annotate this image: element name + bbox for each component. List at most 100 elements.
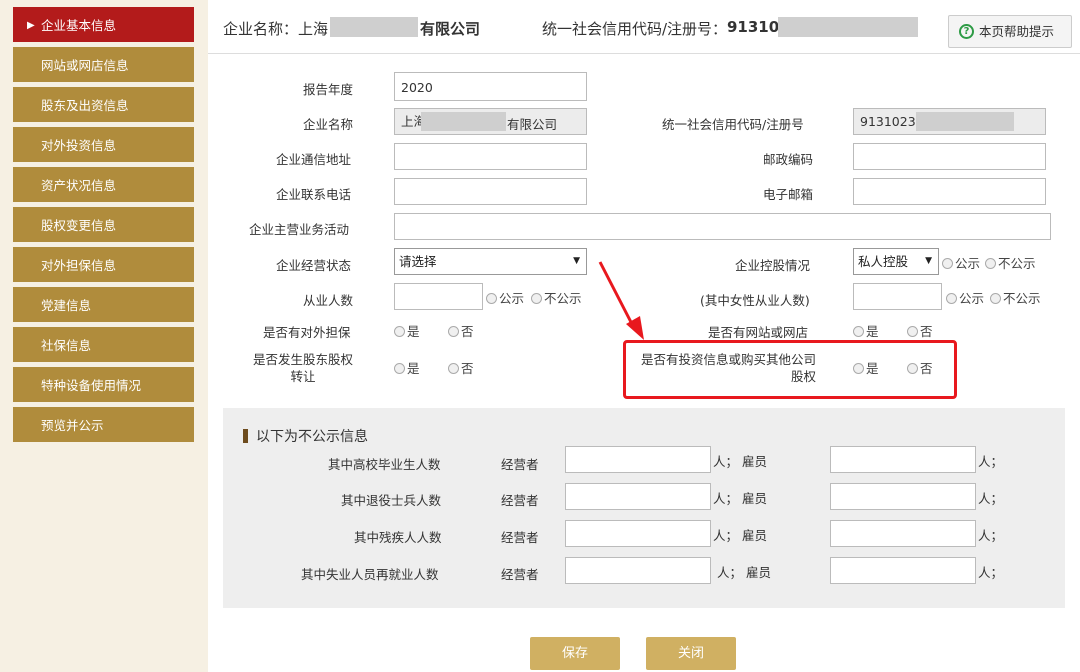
website-label: 是否有网站或网店	[708, 325, 809, 340]
reemployed-operator-input[interactable]	[565, 557, 711, 584]
business-input[interactable]	[394, 213, 1051, 240]
sidebar-item-label: 社保信息	[41, 338, 92, 353]
radio-label: 公示	[959, 291, 985, 306]
radio-label: 不公示	[1003, 291, 1041, 306]
veterans-operator-input[interactable]	[565, 483, 711, 510]
sidebar-item-label: 党建信息	[41, 298, 92, 313]
question-icon: ?	[959, 24, 974, 39]
employees-public-radio[interactable]: 公示	[486, 288, 524, 307]
disabled-employee-input[interactable]	[830, 520, 976, 547]
sidebar-item-assets[interactable]: 资产状况信息	[13, 167, 194, 204]
radio-label: 不公示	[544, 291, 582, 306]
redacted-mask	[778, 17, 918, 37]
radio-label: 是	[866, 324, 879, 339]
sidebar-item-guarantee[interactable]: 对外担保信息	[13, 247, 194, 284]
nonpublic-panel: 以下为不公示信息 其中高校毕业生人数 经营者 人； 雇员 人； 其中退役士兵人数…	[223, 408, 1065, 608]
status-select-value: 请选择	[399, 254, 437, 269]
nonpublic-title: 以下为不公示信息	[243, 426, 368, 446]
sidebar-item-social-security[interactable]: 社保信息	[13, 327, 194, 364]
unit-employee-label: 人； 雇员	[717, 565, 771, 580]
email-input[interactable]	[853, 178, 1046, 205]
radio-icon	[942, 258, 953, 269]
operator-label: 经营者	[501, 493, 539, 508]
radio-label: 是	[407, 324, 420, 339]
radio-icon	[907, 326, 918, 337]
employees-input[interactable]	[394, 283, 483, 310]
email-label: 电子邮箱	[763, 187, 814, 202]
nonpublic-title-text: 以下为不公示信息	[256, 429, 368, 445]
sidebar: ▶ 企业基本信息 网站或网店信息 股东及出资信息 对外投资信息 资产状况信息 股…	[0, 0, 208, 672]
status-select[interactable]: 请选择 ▼	[394, 248, 587, 275]
sidebar-item-special-equipment[interactable]: 特种设备使用情况	[13, 367, 194, 404]
female-employees-input[interactable]	[853, 283, 942, 310]
radio-icon	[946, 293, 957, 304]
postcode-input[interactable]	[853, 143, 1046, 170]
unit-label: 人；	[978, 565, 1004, 580]
website-yes-radio[interactable]: 是	[853, 321, 879, 340]
radio-icon	[448, 326, 459, 337]
female-public-radio[interactable]: 公示	[946, 288, 984, 307]
sidebar-item-website[interactable]: 网站或网店信息	[13, 47, 194, 84]
header-credit-prefix: 91310	[727, 18, 780, 36]
save-button[interactable]: 保存	[530, 637, 620, 670]
graduates-employee-input[interactable]	[830, 446, 976, 473]
operator-label: 经营者	[501, 530, 539, 545]
unit-employee-label: 人； 雇员	[713, 454, 767, 469]
sidebar-item-label: 预览并公示	[41, 418, 104, 433]
female-employees-label: (其中女性从业人数)	[700, 293, 810, 308]
nonpublic-row-label: 其中失业人员再就业人数	[301, 567, 439, 582]
transfer-label: 是否发生股东股权 转让	[249, 351, 357, 385]
triangle-down-icon: ▼	[573, 256, 580, 266]
nonpublic-row-label: 其中退役士兵人数	[341, 493, 442, 508]
graduates-operator-input[interactable]	[565, 446, 711, 473]
unit-label: 人；	[978, 454, 1004, 469]
transfer-yes-radio[interactable]: 是	[394, 358, 420, 377]
sidebar-item-party[interactable]: 党建信息	[13, 287, 194, 324]
holding-public-radio[interactable]: 公示	[942, 253, 980, 272]
guarantee-no-radio[interactable]: 否	[448, 321, 474, 340]
sidebar-item-investment[interactable]: 对外投资信息	[13, 127, 194, 164]
guarantee-yes-radio[interactable]: 是	[394, 321, 420, 340]
radio-icon	[853, 326, 864, 337]
company-name-label: 企业名称	[303, 117, 354, 132]
holding-select[interactable]: 私人控股 ▼	[853, 248, 939, 275]
holding-nonpublic-radio[interactable]: 不公示	[985, 253, 1036, 272]
veterans-employee-input[interactable]	[830, 483, 976, 510]
redacted-mask	[421, 112, 506, 131]
unit-employee-label: 人； 雇员	[713, 491, 767, 506]
sidebar-item-shareholders[interactable]: 股东及出资信息	[13, 87, 194, 124]
holding-select-value: 私人控股	[858, 254, 909, 269]
report-year-field[interactable]: 2020	[394, 72, 587, 101]
address-input[interactable]	[394, 143, 587, 170]
transfer-no-radio[interactable]: 否	[448, 358, 474, 377]
help-button[interactable]: ? 本页帮助提示	[948, 15, 1072, 48]
sidebar-item-basic-info[interactable]: ▶ 企业基本信息	[13, 7, 194, 44]
website-no-radio[interactable]: 否	[907, 321, 933, 340]
postcode-label: 邮政编码	[763, 152, 814, 167]
sidebar-item-label: 特种设备使用情况	[41, 378, 142, 393]
disabled-operator-input[interactable]	[565, 520, 711, 547]
radio-label: 公示	[499, 291, 525, 306]
reemployed-employee-input[interactable]	[830, 557, 976, 584]
unit-label: 人；	[978, 491, 1004, 506]
radio-icon	[394, 363, 405, 374]
sidebar-item-label: 网站或网店信息	[41, 58, 129, 73]
arrow-pointer-icon	[598, 261, 644, 340]
radio-icon	[448, 363, 459, 374]
main-content: 企业名称：上海 有限公司 统一社会信用代码/注册号： 91310 ? 本页帮助提…	[208, 0, 1080, 672]
employees-nonpublic-radio[interactable]: 不公示	[531, 288, 582, 307]
radio-label: 公示	[955, 256, 981, 271]
header-company-suffix: 有限公司	[420, 20, 481, 38]
radio-icon	[394, 326, 405, 337]
radio-label: 不公示	[998, 256, 1036, 271]
sidebar-item-equity-change[interactable]: 股权变更信息	[13, 207, 194, 244]
sidebar-item-preview[interactable]: 预览并公示	[13, 407, 194, 444]
phone-input[interactable]	[394, 178, 587, 205]
redacted-mask	[916, 112, 1014, 131]
report-year-label: 报告年度	[303, 82, 354, 97]
female-nonpublic-radio[interactable]: 不公示	[990, 288, 1041, 307]
close-button[interactable]: 关闭	[646, 637, 736, 670]
radio-label: 否	[461, 324, 474, 339]
guarantee-label: 是否有对外担保	[263, 325, 351, 340]
sidebar-item-label: 股东及出资信息	[41, 98, 129, 113]
